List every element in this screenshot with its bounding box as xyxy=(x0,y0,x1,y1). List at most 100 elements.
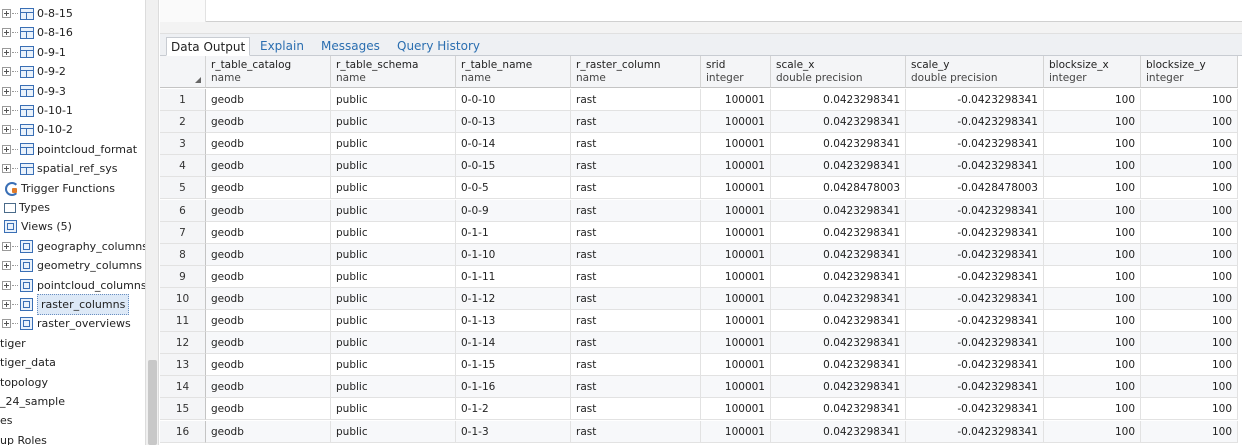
expand-toggle-icon[interactable] xyxy=(2,261,11,271)
tree-item-0-10-2[interactable]: 0-10-2 xyxy=(2,120,73,139)
cell-srid[interactable]: 100001 xyxy=(701,199,771,222)
cell-r-table-name[interactable]: 0-1-11 xyxy=(456,265,571,288)
row-number[interactable]: 8 xyxy=(160,243,206,266)
row-number[interactable]: 15 xyxy=(160,398,206,421)
row-number[interactable]: 11 xyxy=(160,310,206,332)
cell-scale-y[interactable]: -0.0423298341 xyxy=(906,133,1044,156)
cell-blocksize-x[interactable]: 100 xyxy=(1044,243,1141,266)
cell-srid[interactable]: 100001 xyxy=(701,287,771,310)
expand-toggle-icon[interactable] xyxy=(2,164,11,174)
expand-toggle-icon[interactable] xyxy=(2,9,11,18)
cell-srid[interactable]: 100001 xyxy=(701,420,771,443)
column-header-blocksize-x[interactable]: blocksize_x integer xyxy=(1044,56,1141,88)
cell-r-table-catalog[interactable]: geodb xyxy=(206,354,331,377)
cell-r-raster-column[interactable]: rast xyxy=(571,354,701,377)
cell-r-raster-column[interactable]: rast xyxy=(571,287,701,310)
cell-blocksize-x[interactable]: 100 xyxy=(1044,89,1141,111)
cell-r-table-name[interactable]: 0-0-5 xyxy=(456,177,571,200)
cell-r-table-catalog[interactable]: geodb xyxy=(206,177,331,200)
cell-blocksize-x[interactable]: 100 xyxy=(1044,155,1141,178)
cell-r-table-schema[interactable]: public xyxy=(331,111,456,134)
tree-item-topology[interactable]: topology xyxy=(0,373,48,392)
cell-blocksize-y[interactable]: 100 xyxy=(1141,265,1238,288)
cell-r-raster-column[interactable]: rast xyxy=(571,420,701,443)
expand-toggle-icon[interactable] xyxy=(2,144,11,154)
cell-r-table-schema[interactable]: public xyxy=(331,398,456,421)
cell-srid[interactable]: 100001 xyxy=(701,354,771,377)
cell-r-table-schema[interactable]: public xyxy=(331,89,456,111)
cell-srid[interactable]: 100001 xyxy=(701,265,771,288)
cell-scale-y[interactable]: -0.0428478003 xyxy=(906,177,1044,200)
cell-scale-y[interactable]: -0.0423298341 xyxy=(906,376,1044,399)
tree-item-tiger[interactable]: tiger xyxy=(0,334,26,353)
cell-r-table-name[interactable]: 0-1-15 xyxy=(456,354,571,377)
cell-scale-y[interactable]: -0.0423298341 xyxy=(906,420,1044,443)
tab-explain[interactable]: Explain xyxy=(256,37,308,56)
tree-item-geometry-columns[interactable]: geometry_columns xyxy=(2,256,142,275)
cell-r-table-catalog[interactable]: geodb xyxy=(206,221,331,244)
expand-toggle-icon[interactable] xyxy=(2,300,11,309)
cell-r-table-schema[interactable]: public xyxy=(331,310,456,332)
cell-srid[interactable]: 100001 xyxy=(701,310,771,332)
cell-r-table-schema[interactable]: public xyxy=(331,199,456,222)
cell-blocksize-y[interactable]: 100 xyxy=(1141,133,1238,156)
cell-r-table-name[interactable]: 0-1-10 xyxy=(456,243,571,266)
cell-blocksize-y[interactable]: 100 xyxy=(1141,177,1238,200)
cell-r-raster-column[interactable]: rast xyxy=(571,89,701,111)
cell-srid[interactable]: 100001 xyxy=(701,243,771,266)
row-number[interactable]: 7 xyxy=(160,221,206,244)
tree-item-up-roles[interactable]: up Roles xyxy=(0,431,47,445)
cell-r-table-name[interactable]: 0-0-13 xyxy=(456,111,571,134)
cell-blocksize-y[interactable]: 100 xyxy=(1141,287,1238,310)
cell-r-table-name[interactable]: 0-0-15 xyxy=(456,155,571,178)
cell-scale-x[interactable]: 0.0423298341 xyxy=(771,111,906,134)
cell-blocksize-y[interactable]: 100 xyxy=(1141,398,1238,421)
cell-blocksize-x[interactable]: 100 xyxy=(1044,177,1141,200)
row-number[interactable]: 2 xyxy=(160,111,206,134)
expand-toggle-icon[interactable] xyxy=(2,67,11,77)
tree-item-pointcloud-columns[interactable]: pointcloud_columns xyxy=(2,276,145,295)
cell-blocksize-x[interactable]: 100 xyxy=(1044,376,1141,399)
column-header-scale-y[interactable]: scale_y double precision xyxy=(906,56,1044,88)
cell-r-table-catalog[interactable]: geodb xyxy=(206,89,331,111)
cell-scale-x[interactable]: 0.0423298341 xyxy=(771,332,906,355)
cell-scale-y[interactable]: -0.0423298341 xyxy=(906,89,1044,111)
cell-blocksize-y[interactable]: 100 xyxy=(1141,89,1238,111)
cell-scale-x[interactable]: 0.0423298341 xyxy=(771,398,906,421)
cell-r-table-catalog[interactable]: geodb xyxy=(206,199,331,222)
cell-r-raster-column[interactable]: rast xyxy=(571,155,701,178)
row-number[interactable]: 3 xyxy=(160,133,206,156)
cell-scale-x[interactable]: 0.0423298341 xyxy=(771,376,906,399)
cell-blocksize-y[interactable]: 100 xyxy=(1141,376,1238,399)
cell-r-table-catalog[interactable]: geodb xyxy=(206,287,331,310)
column-header-r-table-catalog[interactable]: r_table_catalog name xyxy=(206,56,331,88)
expand-toggle-icon[interactable] xyxy=(2,319,11,329)
column-header-scale-x[interactable]: scale_x double precision xyxy=(771,56,906,88)
cell-blocksize-x[interactable]: 100 xyxy=(1044,420,1141,443)
row-number[interactable]: 13 xyxy=(160,354,206,377)
cell-scale-y[interactable]: -0.0423298341 xyxy=(906,155,1044,178)
cell-r-table-catalog[interactable]: geodb xyxy=(206,310,331,332)
cell-r-raster-column[interactable]: rast xyxy=(571,111,701,134)
cell-r-table-catalog[interactable]: geodb xyxy=(206,243,331,266)
tree-item-0-8-16[interactable]: 0-8-16 xyxy=(2,23,73,42)
sql-editor[interactable] xyxy=(160,0,1242,22)
cell-scale-y[interactable]: -0.0423298341 xyxy=(906,199,1044,222)
row-number[interactable]: 16 xyxy=(160,420,206,443)
expand-toggle-icon[interactable] xyxy=(2,241,11,251)
cell-r-table-catalog[interactable]: geodb xyxy=(206,133,331,156)
cell-r-raster-column[interactable]: rast xyxy=(571,243,701,266)
cell-scale-x[interactable]: 0.0423298341 xyxy=(771,89,906,111)
tree-item-trigger-functions[interactable]: Trigger Functions xyxy=(4,179,115,198)
cell-r-table-name[interactable]: 0-1-1 xyxy=(456,221,571,244)
cell-blocksize-x[interactable]: 100 xyxy=(1044,354,1141,377)
cell-r-table-schema[interactable]: public xyxy=(331,155,456,178)
cell-r-table-name[interactable]: 0-1-16 xyxy=(456,376,571,399)
cell-srid[interactable]: 100001 xyxy=(701,177,771,200)
tree-item-0-9-1[interactable]: 0-9-1 xyxy=(2,43,66,62)
cell-srid[interactable]: 100001 xyxy=(701,133,771,156)
cell-srid[interactable]: 100001 xyxy=(701,376,771,399)
cell-srid[interactable]: 100001 xyxy=(701,155,771,178)
row-number[interactable]: 1 xyxy=(160,89,206,111)
cell-r-table-name[interactable]: 0-0-10 xyxy=(456,89,571,111)
